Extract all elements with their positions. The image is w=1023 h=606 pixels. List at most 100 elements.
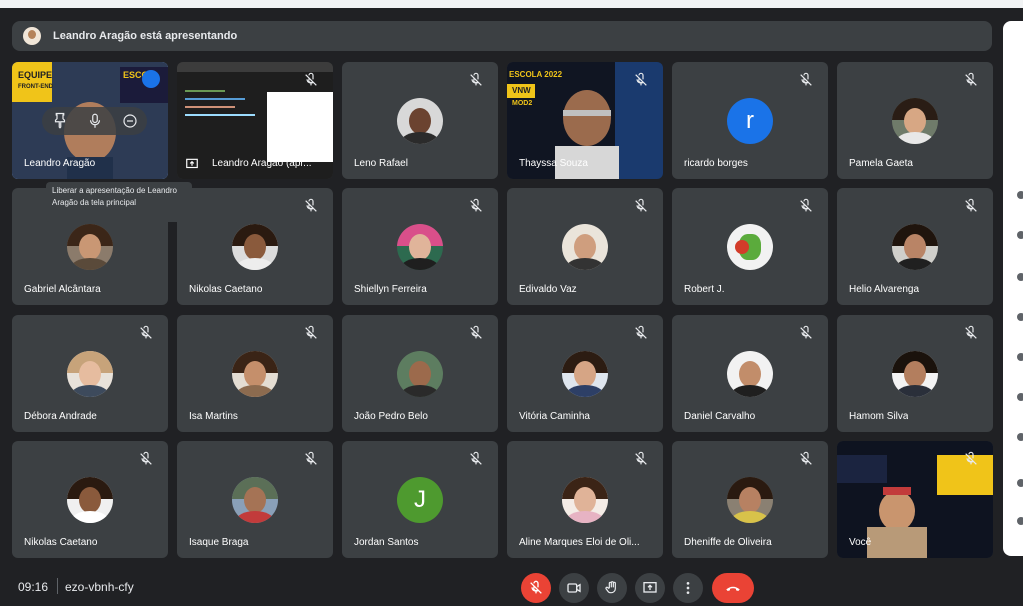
leave-call-button[interactable]: [712, 573, 754, 603]
participant-tile[interactable]: Nikolas Caetano: [177, 188, 333, 305]
muted-mic-icon: [140, 325, 152, 339]
side-panel-avatar: [1017, 393, 1023, 401]
presenting-icon: [186, 158, 198, 169]
speaking-indicator-icon: [142, 70, 160, 88]
participant-tile[interactable]: J Jordan Santos: [342, 441, 498, 558]
participant-avatar: [892, 351, 938, 397]
side-panel-avatar: [1017, 273, 1023, 281]
participant-name: ricardo borges: [684, 158, 748, 169]
participant-tile[interactable]: ESCOLA 2022 VNW MOD2 Thayssa Souza: [507, 62, 663, 179]
muted-mic-icon: [305, 198, 317, 212]
participant-name: Shiellyn Ferreira: [354, 284, 427, 295]
presenting-banner: Leandro Aragão está apresentando: [12, 21, 992, 51]
raise-hand-button[interactable]: [597, 573, 627, 603]
participant-tile[interactable]: Daniel Carvalho: [672, 315, 828, 432]
participant-name: Edivaldo Vaz: [519, 284, 577, 295]
present-now-button[interactable]: [635, 573, 665, 603]
muted-mic-icon: [305, 451, 317, 465]
hang-up-icon: [726, 586, 740, 591]
muted-mic-icon: [470, 72, 482, 86]
participant-avatar: [232, 224, 278, 270]
muted-mic-icon: [470, 325, 482, 339]
self-tile[interactable]: Você: [837, 441, 993, 558]
participant-avatar: [727, 224, 773, 270]
footer-separator: [57, 578, 58, 594]
side-panel-avatar: [1017, 191, 1023, 199]
participant-tile[interactable]: Vitória Caminha: [507, 315, 663, 432]
side-panel-avatar: [1017, 353, 1023, 361]
participant-tile[interactable]: Isa Martins: [177, 315, 333, 432]
participant-avatar: [67, 224, 113, 270]
participant-tile[interactable]: EQUIPE FRONT-END ESCO Leandro Aragão: [12, 62, 168, 179]
participant-name: Você: [849, 537, 872, 548]
camera-icon: [567, 583, 581, 593]
muted-mic-icon: [965, 72, 977, 86]
participant-tile[interactable]: João Pedro Belo: [342, 315, 498, 432]
front-end-label: FRONT-END: [18, 84, 53, 90]
participant-tile[interactable]: Pamela Gaeta: [837, 62, 993, 179]
participant-avatar: [67, 477, 113, 523]
participant-tile[interactable]: Isaque Braga: [177, 441, 333, 558]
participant-letter-avatar: J: [397, 477, 443, 523]
side-panel-avatar: [1017, 479, 1023, 487]
participant-avatar: [397, 224, 443, 270]
participant-name: Débora Andrade: [24, 411, 97, 422]
participant-avatar: [562, 351, 608, 397]
participant-name: Pamela Gaeta: [849, 158, 913, 169]
meeting-toolbar: 09:16 ezo-vbnh-cfy: [0, 566, 1023, 606]
participant-tile[interactable]: Nikolas Caetano: [12, 441, 168, 558]
participant-name: Nikolas Caetano: [189, 284, 263, 295]
participant-tile[interactable]: Robert J.: [672, 188, 828, 305]
unpin-tooltip: Liberar a apresentação de Leandro Aragão…: [46, 182, 192, 222]
presenting-banner-text: Leandro Aragão está apresentando: [53, 30, 238, 42]
participant-tile[interactable]: Helio Alvarenga: [837, 188, 993, 305]
participant-tile[interactable]: Leno Rafael: [342, 62, 498, 179]
muted-mic-icon: [800, 72, 812, 86]
muted-mic-icon: [800, 198, 812, 212]
muted-mic-icon: [965, 325, 977, 339]
participant-name: Leandro Aragão: [24, 158, 96, 169]
participant-letter-avatar: r: [727, 98, 773, 144]
participant-name: Nikolas Caetano: [24, 537, 98, 548]
module-label: MOD2: [512, 100, 533, 107]
participant-name: Thayssa Souza: [519, 158, 588, 169]
tile-hover-controls: [42, 107, 147, 135]
camera-toggle-button[interactable]: [559, 573, 589, 603]
vnw-label: VNW: [512, 86, 531, 95]
participant-name: Hamom Silva: [849, 411, 909, 422]
pin-icon[interactable]: [51, 112, 69, 130]
participant-avatar: [892, 224, 938, 270]
muted-mic-icon: [635, 72, 647, 86]
participant-tile[interactable]: Hamom Silva: [837, 315, 993, 432]
participant-name: Helio Alvarenga: [849, 284, 920, 295]
muted-mic-icon: [635, 325, 647, 339]
participant-name: Robert J.: [684, 284, 725, 295]
participant-avatar: [562, 477, 608, 523]
participant-name: Dheniffe de Oliveira: [684, 537, 772, 548]
remove-from-main-icon[interactable]: [121, 112, 139, 130]
participant-name: Isa Martins: [189, 411, 238, 422]
participant-tile[interactable]: Aline Marques Eloi de Oli...: [507, 441, 663, 558]
participant-tile[interactable]: Edivaldo Vaz: [507, 188, 663, 305]
participant-name: Aline Marques Eloi de Oli...: [519, 537, 640, 548]
side-panel-edge[interactable]: [1003, 21, 1023, 556]
participant-name: Gabriel Alcântara: [24, 284, 101, 295]
mic-toggle-button[interactable]: [521, 573, 551, 603]
participant-tile[interactable]: r ricardo borges: [672, 62, 828, 179]
more-options-button[interactable]: [673, 573, 703, 603]
mic-icon[interactable]: [86, 112, 104, 130]
meeting-code: ezo-vbnh-cfy: [65, 580, 134, 594]
participant-tile[interactable]: Leandro Aragão (apr...: [177, 62, 333, 179]
participant-tile[interactable]: Débora Andrade: [12, 315, 168, 432]
participant-avatar: [727, 477, 773, 523]
participant-avatar: [232, 351, 278, 397]
muted-mic-icon: [140, 451, 152, 465]
mic-off-icon: [530, 580, 542, 594]
participant-tile[interactable]: Dheniffe de Oliveira: [672, 441, 828, 558]
presenter-avatar: [23, 27, 41, 45]
participant-tile[interactable]: Shiellyn Ferreira: [342, 188, 498, 305]
participant-name: Leno Rafael: [354, 158, 408, 169]
equipe-label: EQUIPE: [18, 70, 53, 80]
muted-mic-icon: [470, 198, 482, 212]
muted-mic-icon: [965, 198, 977, 212]
